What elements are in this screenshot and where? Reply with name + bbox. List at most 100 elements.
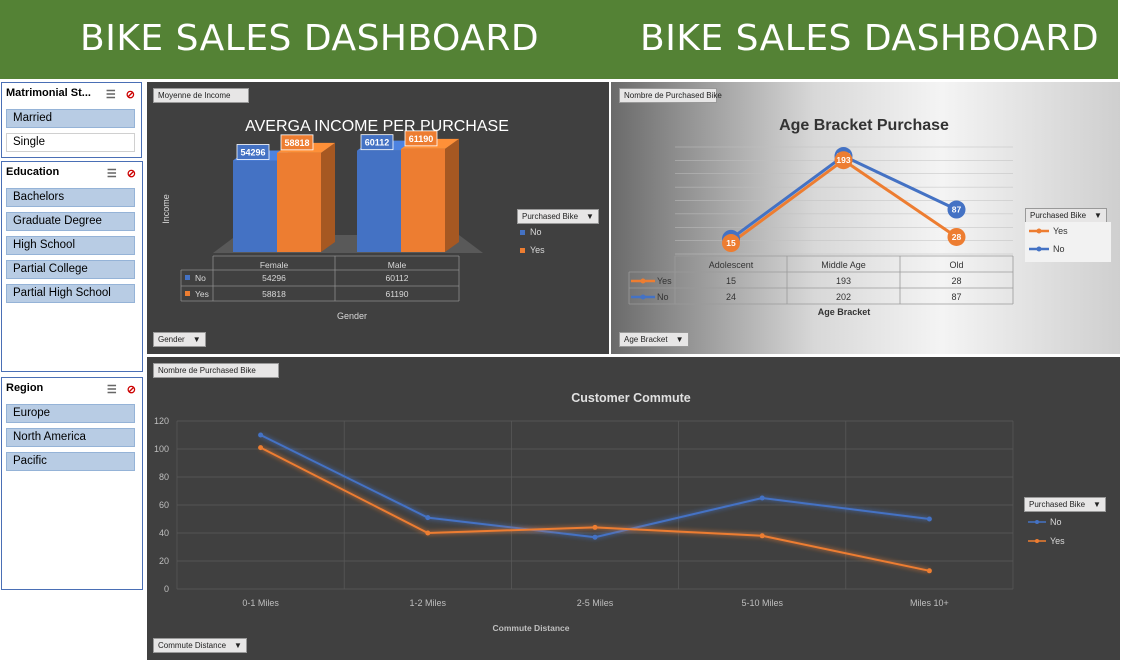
legend-marker-yes xyxy=(1036,228,1042,234)
y-tick-label: 60 xyxy=(159,500,169,510)
education-slicer: Education ☰ ⊘ Bachelors Graduate Degree H… xyxy=(1,161,143,372)
table-cell: 54296 xyxy=(262,273,286,283)
legend-marker-yes xyxy=(1035,539,1039,543)
y-tick-label: 40 xyxy=(159,528,169,538)
legend-key-yes xyxy=(520,248,525,253)
region-slicer: Region ☰ ⊘ Europe North America Pacific xyxy=(1,377,143,590)
clear-filter-icon[interactable]: ⊘ xyxy=(127,168,136,180)
x-axis-label: Commute Distance xyxy=(493,623,570,633)
bar-yes-male xyxy=(401,148,445,252)
table-cell: 61190 xyxy=(385,289,408,299)
legend-label: No xyxy=(530,227,542,237)
point-marker-yes xyxy=(926,568,932,574)
age-chart-panel: Nombre de Purchased Bike Age Bracket ▼ Pu… xyxy=(611,82,1120,354)
table-row-label: No xyxy=(195,273,206,283)
x-tick-label: Adolescent xyxy=(709,260,754,270)
table-cell: 28 xyxy=(951,276,961,286)
point-marker-no xyxy=(592,534,598,540)
commute-line-chart: Customer Commute 0 20 40 60 80 100 120 0-1 Miles… xyxy=(154,391,1065,633)
chart-title: Customer Commute xyxy=(571,391,691,405)
series-line-no xyxy=(260,434,930,539)
slicer-item-pacific[interactable]: Pacific xyxy=(6,452,135,471)
bar-side-yes-male xyxy=(445,138,459,252)
legend-marker-no xyxy=(1035,520,1039,524)
clear-filter-icon[interactable]: ⊘ xyxy=(127,384,136,396)
table-cell: 24 xyxy=(726,292,736,302)
series-line-yes xyxy=(730,158,958,245)
table-cell: 193 xyxy=(836,276,851,286)
y-tick-label: 100 xyxy=(154,444,169,454)
point-marker-no xyxy=(425,515,431,521)
series-line-yes xyxy=(260,446,930,572)
data-label: 54296 xyxy=(240,147,265,157)
slicer-item-partial-college[interactable]: Partial College xyxy=(6,260,135,279)
banner-title-right: BIKE SALES DASHBOARD xyxy=(640,18,1100,59)
data-label: 15 xyxy=(726,238,736,248)
dashboard-banner: BIKE SALES DASHBOARD BIKE SALES DASHBOAR… xyxy=(0,0,1118,79)
point-marker-no xyxy=(258,432,264,438)
point-marker-no xyxy=(926,516,932,522)
marital-status-slicer: Matrimonial St... ☰ ⊘ Married Single xyxy=(1,82,142,158)
x-tick-label: Middle Age xyxy=(821,260,866,270)
legend-key-yes xyxy=(185,291,190,296)
income-chart-panel: Moyenne de Income Gender ▼ Purchased Bike… xyxy=(147,82,609,354)
chart-title: AVERGA INCOME PER PURCHASE xyxy=(245,118,509,135)
table-cell: 58818 xyxy=(262,289,286,299)
legend-key-no xyxy=(520,230,525,235)
slicer-item-europe[interactable]: Europe xyxy=(6,404,135,423)
x-tick-label: 5-10 Miles xyxy=(741,598,783,608)
x-axis-label: Age Bracket xyxy=(818,307,871,317)
multi-select-icon[interactable]: ☰ xyxy=(106,89,116,101)
table-row-label: Yes xyxy=(657,276,672,286)
legend-marker-no xyxy=(1036,246,1042,252)
slicer-item-partial-high-school[interactable]: Partial High School xyxy=(6,284,135,303)
bar-side-yes-female xyxy=(321,142,335,252)
slicer-item-single[interactable]: Single xyxy=(6,133,135,152)
x-tick-label: 2-5 Miles xyxy=(577,598,614,608)
income-bar-chart: AVERGA INCOME PER PURCHASE Income 54296 588… xyxy=(161,118,545,321)
legend-label: Yes xyxy=(530,245,545,255)
bar-no-female xyxy=(233,160,277,252)
data-label: 28 xyxy=(952,232,962,242)
slicer-item-graduate-degree[interactable]: Graduate Degree xyxy=(6,212,135,231)
x-axis-label: Gender xyxy=(337,311,367,321)
legend-box xyxy=(1025,222,1111,262)
x-tick-label: Old xyxy=(949,260,963,270)
table-cell: 60112 xyxy=(385,273,408,283)
slicer-header: Education ☰ ⊘ xyxy=(2,162,142,188)
data-label: 193 xyxy=(836,155,850,165)
y-tick-label: 80 xyxy=(159,472,169,482)
data-label: 58818 xyxy=(284,138,309,148)
y-tick-label: 0 xyxy=(164,584,169,594)
point-marker-yes xyxy=(258,445,264,451)
y-tick-label: 120 xyxy=(154,416,169,426)
slicer-item-bachelors[interactable]: Bachelors xyxy=(6,188,135,207)
slicer-title: Matrimonial St... xyxy=(6,87,91,99)
slicer-item-married[interactable]: Married xyxy=(6,109,135,128)
legend-marker-yes xyxy=(640,278,646,284)
x-tick-label: 1-2 Miles xyxy=(410,598,447,608)
y-axis-label: Income xyxy=(161,194,171,224)
x-tick-label: Female xyxy=(260,260,289,270)
table-cell: 87 xyxy=(951,292,961,302)
slicer-header: Region ☰ ⊘ xyxy=(2,378,142,404)
slicer-title: Education xyxy=(6,166,60,178)
slicer-title: Region xyxy=(6,382,44,394)
x-tick-label: 0-1 Miles xyxy=(242,598,279,608)
data-label: 61190 xyxy=(409,134,434,144)
point-marker-yes xyxy=(425,530,431,536)
legend-label: Yes xyxy=(1053,226,1068,236)
slicer-header: Matrimonial St... ☰ ⊘ xyxy=(2,83,141,109)
table-row-label: Yes xyxy=(195,289,209,299)
data-label: 60112 xyxy=(365,138,390,148)
x-tick-label: Male xyxy=(388,260,407,270)
legend-label: Yes xyxy=(1050,536,1065,546)
clear-filter-icon[interactable]: ⊘ xyxy=(126,89,135,101)
legend-marker-no xyxy=(640,294,646,300)
legend-label: No xyxy=(1050,517,1062,527)
multi-select-icon[interactable]: ☰ xyxy=(107,384,117,396)
slicer-item-high-school[interactable]: High School xyxy=(6,236,135,255)
slicer-item-north-america[interactable]: North America xyxy=(6,428,135,447)
multi-select-icon[interactable]: ☰ xyxy=(107,168,117,180)
table-row-label: No xyxy=(657,292,669,302)
